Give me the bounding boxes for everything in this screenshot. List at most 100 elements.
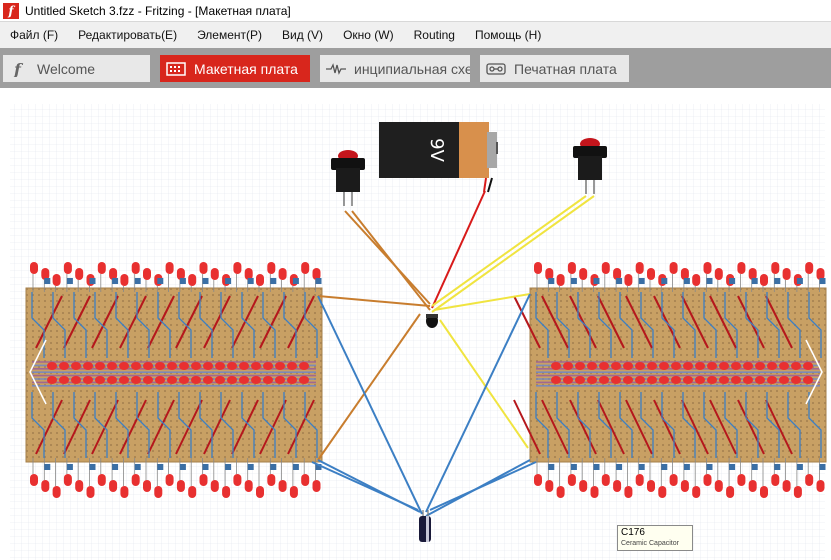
led: [256, 486, 264, 498]
ceramic-capacitor: [593, 464, 600, 470]
tab-schematic[interactable]: инципиальная схе: [320, 55, 470, 82]
tab-welcome[interactable]: f Welcome: [3, 55, 150, 82]
led: [165, 474, 174, 486]
breadboard-icon: [166, 61, 186, 77]
ceramic-capacitor: [661, 278, 668, 284]
led: [534, 474, 542, 486]
led: [579, 480, 588, 492]
menu-file[interactable]: Файл (F): [0, 22, 68, 48]
menu-part[interactable]: Элемент(P): [187, 22, 272, 48]
led: [714, 480, 723, 492]
ceramic-capacitor: [134, 278, 141, 284]
pcb-icon: [486, 61, 506, 77]
led: [210, 268, 219, 280]
menu-help[interactable]: Помощь (H): [465, 22, 551, 48]
led: [188, 274, 197, 286]
battery-label: 9V: [426, 138, 447, 162]
ceramic-capacitor: [819, 464, 826, 470]
led: [601, 262, 610, 274]
ceramic-capacitor: [225, 278, 232, 284]
led: [760, 486, 768, 498]
led: [188, 486, 197, 498]
led: [635, 474, 644, 486]
ceramic-capacitor: [89, 278, 96, 284]
ceramic-capacitor: [225, 464, 232, 470]
ceramic-capacitor: [112, 278, 119, 284]
led: [714, 268, 723, 280]
menu-window[interactable]: Окно (W): [333, 22, 404, 48]
transistor: [426, 314, 438, 328]
ceramic-capacitor: [638, 464, 645, 470]
menu-routing[interactable]: Routing: [404, 22, 465, 48]
ceramic-capacitor: [202, 464, 209, 470]
menu-view[interactable]: Вид (V): [272, 22, 333, 48]
led: [52, 274, 61, 286]
ceramic-capacitor: [570, 278, 577, 284]
led: [278, 480, 287, 492]
led: [278, 268, 287, 280]
menu-edit[interactable]: Редактировать(E): [68, 22, 187, 48]
led: [534, 262, 542, 274]
breadboard-scene[interactable]: 9V: [0, 88, 831, 560]
led: [41, 480, 50, 492]
ceramic-capacitor: [247, 464, 254, 470]
led: [301, 262, 310, 274]
ceramic-capacitor: [44, 464, 51, 470]
ceramic-capacitor: [66, 464, 73, 470]
led: [760, 274, 768, 286]
led: [120, 486, 129, 498]
led: [567, 262, 576, 274]
led: [567, 474, 576, 486]
led: [624, 486, 633, 498]
ceramic-capacitor: [706, 464, 713, 470]
led: [556, 274, 565, 286]
window-title: Untitled Sketch 3.fzz - Fritzing - [Маке…: [25, 3, 291, 18]
ceramic-capacitor: [706, 278, 713, 284]
ceramic-capacitor: [751, 464, 758, 470]
led: [97, 262, 106, 274]
led: [131, 262, 140, 274]
ceramic-capacitor: [179, 464, 186, 470]
led: [647, 268, 655, 280]
led: [256, 274, 264, 286]
ceramic-capacitor: [315, 278, 322, 284]
tooltip-part-description: Ceramic Capacitor: [621, 540, 679, 547]
led: [233, 262, 242, 274]
led: [143, 268, 151, 280]
led: [590, 486, 599, 498]
ceramic-capacitor: [819, 278, 826, 284]
led: [737, 474, 746, 486]
led: [771, 474, 780, 486]
ceramic-capacitor: [292, 464, 299, 470]
led: [692, 274, 701, 286]
ceramic-capacitor: [270, 464, 277, 470]
tab-pcb[interactable]: Печатная плата: [480, 55, 629, 82]
led: [210, 480, 219, 492]
ceramic-capacitor: [179, 278, 186, 284]
led: [109, 480, 118, 492]
ceramic-capacitor: [570, 464, 577, 470]
led: [120, 274, 129, 286]
led: [75, 268, 84, 280]
led: [635, 262, 644, 274]
led: [647, 480, 655, 492]
led: [222, 486, 231, 498]
led: [669, 262, 678, 274]
ceramic-capacitor: [157, 464, 164, 470]
led: [726, 486, 735, 498]
view-tab-bar: f Welcome Макетная плата инципиальная сх…: [0, 48, 831, 88]
led: [199, 262, 208, 274]
led: [75, 480, 84, 492]
ceramic-capacitor: [616, 278, 623, 284]
ceramic-capacitor: [548, 278, 555, 284]
ceramic-capacitor: [774, 464, 781, 470]
led: [267, 474, 276, 486]
led: [782, 268, 791, 280]
breadboard-canvas[interactable]: 9V C176 Ceramic Capacitor: [0, 88, 831, 560]
tab-breadboard[interactable]: Макетная плата: [160, 55, 310, 82]
ceramic-capacitor: [292, 278, 299, 284]
led: [601, 474, 610, 486]
led: [289, 486, 298, 498]
ceramic-capacitor: [593, 278, 600, 284]
ceramic-capacitor: [729, 278, 736, 284]
